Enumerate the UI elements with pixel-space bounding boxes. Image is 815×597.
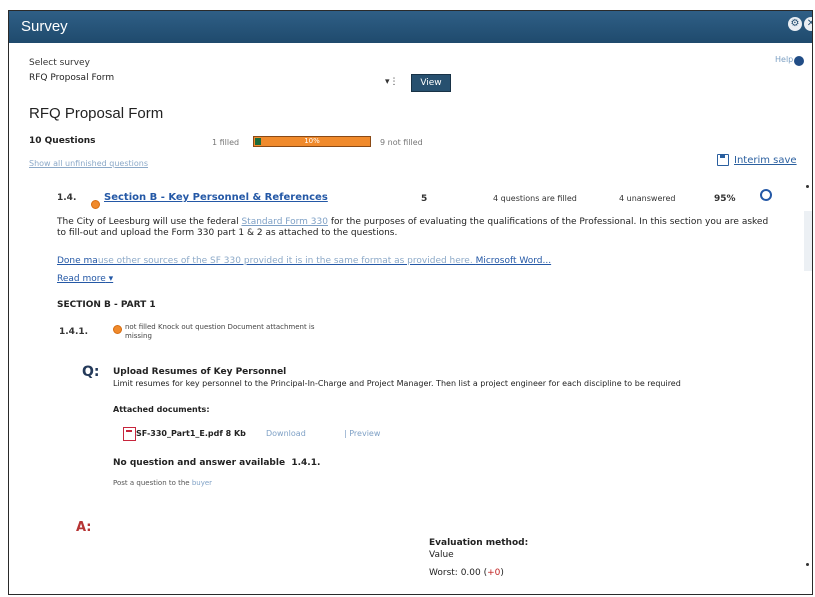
question-count: 10 Questions (29, 136, 96, 146)
not-filled-count: 9 not filled (380, 138, 423, 147)
question-title: Upload Resumes of Key Personnel (113, 367, 287, 377)
show-unfinished-link[interactable]: Show all unfinished questions (29, 159, 148, 168)
preview-link[interactable]: | Preview (344, 429, 380, 438)
section-title-link[interactable]: Section B - Key Personnel & References (104, 192, 328, 203)
document-note: Done mause other sources of the SF 330 p… (57, 256, 657, 266)
survey-select[interactable]: RFQ Proposal Form (29, 73, 399, 89)
section-number: 1.4. (57, 193, 77, 203)
dropdown-arrow-icon[interactable]: ▾⋮ (385, 77, 399, 87)
post-question-line: Post a question to the buyer (113, 479, 212, 487)
buyer-link[interactable]: buyer (192, 479, 212, 487)
scroll-down-icon[interactable] (806, 563, 809, 566)
worst-suffix: ) (500, 568, 504, 578)
question-number: 1.4.1. (59, 327, 89, 337)
worst-label: Worst: 0.00 ( (429, 568, 488, 578)
no-qa-message: No question and answer available 1.4.1. (113, 458, 320, 468)
question-marker: Q: (82, 364, 100, 380)
doc-line-start: Done ma (57, 256, 98, 266)
collapse-toggle-icon[interactable] (760, 189, 772, 201)
post-question-text: Post a question to the (113, 479, 192, 487)
attached-documents-label: Attached documents: (113, 405, 210, 414)
window-title: Survey (21, 18, 68, 35)
section-count: 5 (421, 194, 428, 204)
read-more-link[interactable]: Read more ▾ (57, 274, 113, 284)
form-title: RFQ Proposal Form (29, 105, 164, 122)
progress-bar: 10% (253, 136, 371, 147)
question-status-dot-icon (113, 325, 122, 334)
status-dot-icon (91, 194, 100, 213)
worst-value: +0 (487, 568, 501, 578)
answer-marker: A: (76, 520, 92, 535)
close-icon[interactable]: ✕ (804, 17, 812, 31)
select-survey-label: Select survey (29, 58, 90, 68)
title-bar: Survey ⚙ ✕ (9, 11, 812, 43)
filled-count: 1 filled (212, 138, 240, 147)
question-text: Limit resumes for key personnel to the P… (113, 379, 681, 388)
download-link[interactable]: Download (266, 429, 306, 438)
settings-icon[interactable]: ⚙ (788, 17, 802, 31)
standard-form-link[interactable]: Standard Form 330 (241, 217, 328, 227)
evaluation-method-value: Value (429, 550, 454, 560)
evaluation-method-label: Evaluation method: (429, 538, 529, 548)
unanswered-text: 4 unanswered (619, 194, 676, 203)
no-qa-number: 1.4.1. (291, 458, 321, 468)
question-status-text: not filled Knock out question Document a… (125, 323, 315, 340)
read-more-label: Read more (57, 274, 106, 284)
description-text: The City of Leesburg will use the federa… (57, 217, 242, 227)
attached-file-name[interactable]: SF-330_Part1_E.pdf 8 Kb (136, 429, 246, 438)
scrollbar-thumb[interactable] (804, 211, 812, 271)
progress-label: 10% (304, 137, 320, 145)
interim-save-label: Interim save (734, 154, 797, 166)
help-icon[interactable] (794, 56, 804, 66)
save-icon (717, 154, 729, 166)
questions-filled-text: 4 questions are filled (493, 194, 577, 203)
section-description: The City of Leesburg will use the federa… (57, 217, 769, 239)
scroll-up-icon[interactable] (806, 185, 809, 188)
view-button[interactable]: View (411, 74, 451, 92)
no-qa-text: No question and answer available (113, 458, 286, 468)
microsoft-word-link[interactable]: Microsoft Word... (476, 256, 552, 266)
interim-save-button[interactable]: Interim save (717, 154, 797, 166)
survey-window: Survey ⚙ ✕ Select survey RFQ Proposal Fo… (8, 10, 813, 595)
section-part-heading: SECTION B - PART 1 (57, 300, 156, 310)
pdf-icon (123, 427, 136, 441)
worst-score: Worst: 0.00 (+0) (429, 568, 504, 578)
preview-label: Preview (349, 429, 381, 438)
section-percent: 95% (714, 194, 736, 204)
help-link[interactable]: Help (775, 55, 793, 64)
doc-line-faint: use other sources of the SF 330 provided… (97, 256, 476, 266)
